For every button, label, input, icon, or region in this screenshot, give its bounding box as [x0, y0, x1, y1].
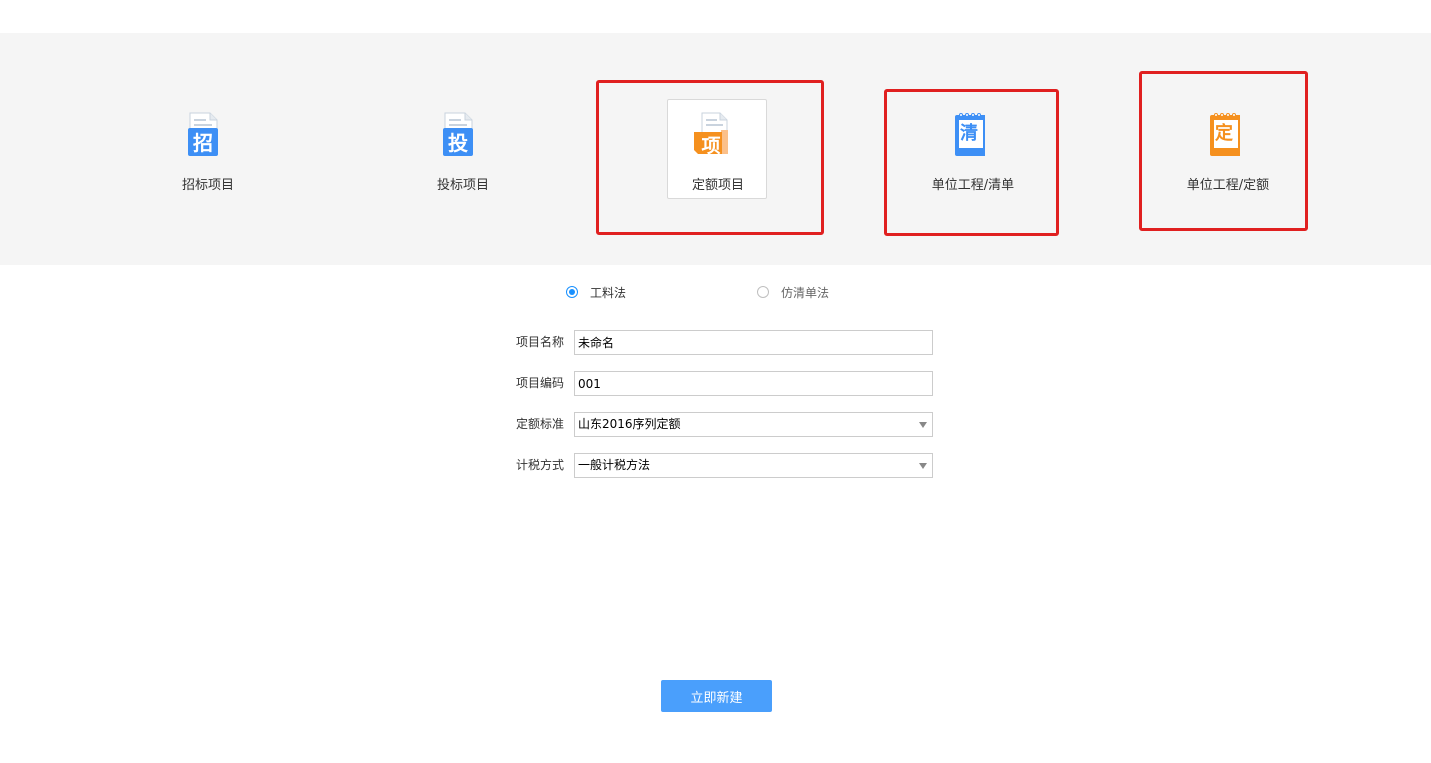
project-type-bid-invitation[interactable]: 招 招标项目: [157, 99, 257, 199]
create-now-button[interactable]: 立即新建: [661, 680, 772, 712]
dropdown-arrow-icon[interactable]: [919, 463, 927, 469]
quota-standard-label: 定额标准: [515, 417, 564, 431]
tax-method-select[interactable]: 一般计税方法: [574, 453, 933, 478]
radio-circle[interactable]: [757, 286, 769, 298]
method-radio-labor-material[interactable]: 工料法: [566, 284, 626, 300]
tax-method-value: 一般计税方法: [578, 458, 651, 472]
quota-project-icon-glyph: 项: [701, 135, 721, 157]
dropdown-arrow-icon[interactable]: [919, 422, 927, 428]
project-type-unit-bill[interactable]: 清 单位工程/清单: [922, 99, 1022, 199]
quota-standard-value: 山东2016序列定额: [578, 417, 681, 431]
project-name-input[interactable]: [574, 330, 933, 355]
bid-invitation-icon-glyph: 招: [193, 131, 213, 155]
project-type-label: 单位工程/定额: [1186, 178, 1270, 193]
unit-quota-icon-glyph: 定: [1215, 123, 1233, 144]
project-type-label: 定额项目: [691, 178, 744, 193]
bid-submission-icon-glyph: 投: [448, 131, 468, 155]
tax-method-label: 计税方式: [515, 458, 564, 472]
method-radio-pseudo-bill[interactable]: 仿清单法: [757, 284, 829, 300]
radio-label: 仿清单法: [781, 285, 830, 300]
bill-of-quantities-icon-glyph: 清: [960, 123, 978, 144]
project-type-quota-project[interactable]: 项 定额项目: [667, 99, 767, 199]
project-code-input[interactable]: [574, 371, 933, 396]
radio-label: 工料法: [590, 285, 627, 300]
project-type-unit-quota[interactable]: 定 单位工程/定额: [1177, 99, 1277, 199]
radio-circle[interactable]: [566, 286, 578, 298]
project-code-label: 项目编码: [515, 376, 564, 390]
project-type-label: 招标项目: [181, 178, 234, 193]
project-name-label: 项目名称: [515, 335, 564, 349]
project-type-bid-submission[interactable]: 投 投标项目: [412, 99, 512, 199]
project-type-label: 投标项目: [436, 178, 489, 193]
project-type-label: 单位工程/清单: [931, 178, 1015, 193]
quota-standard-select[interactable]: 山东2016序列定额: [574, 412, 933, 437]
